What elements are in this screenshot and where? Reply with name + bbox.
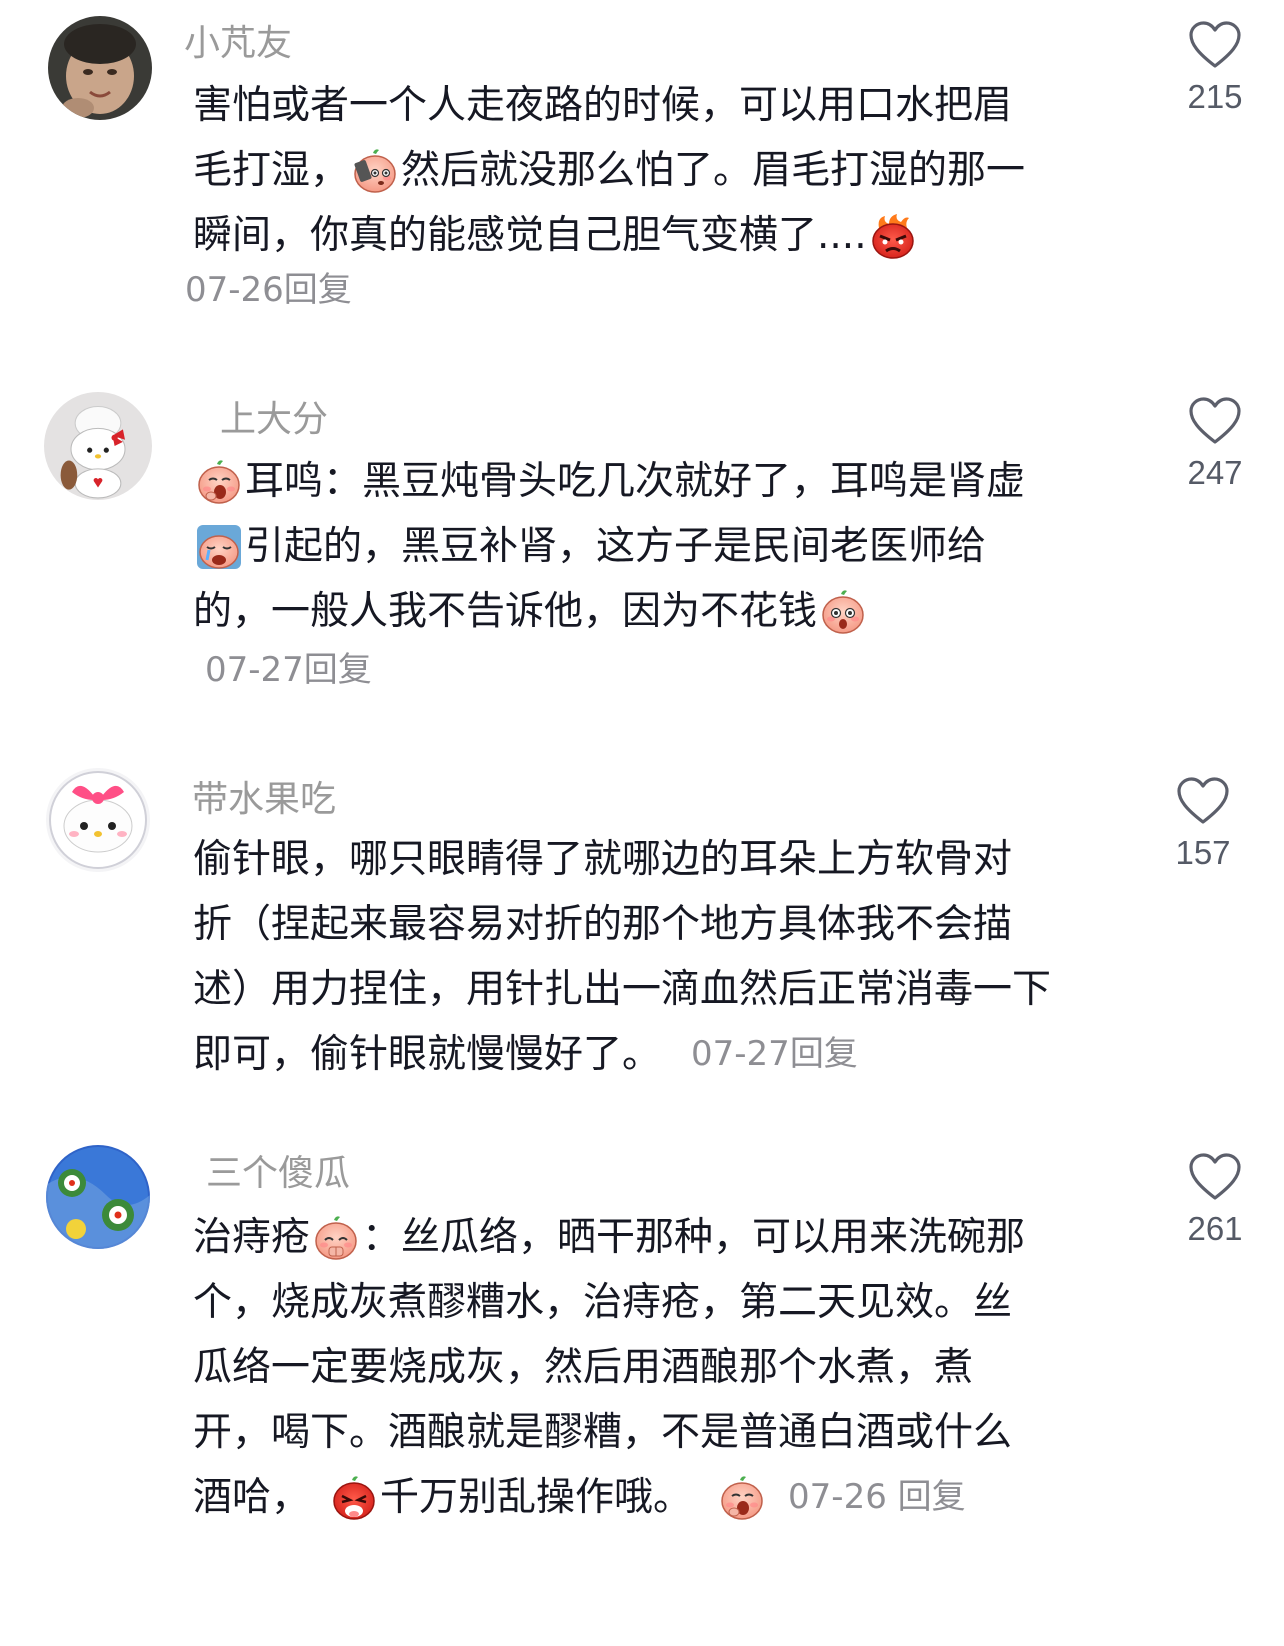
like-control: 261: [1160, 1152, 1270, 1248]
like-count: 157: [1175, 834, 1231, 871]
comment-line: 述）用力捏住，用针扎出一滴血然后正常消毒一下: [193, 957, 1153, 1022]
comment-date: 07-27: [691, 1034, 790, 1074]
pleading-emoji: [312, 1214, 360, 1262]
comment-text-segment: 引起的，黑豆补肾，这方子是民间老医师给: [245, 524, 987, 569]
comment-text-segment: ：丝瓜络，晒干那种，可以用来洗碗那: [362, 1215, 1026, 1260]
comment-text-segment: 的，一般人我不告诉他，因为不花钱: [193, 589, 818, 634]
like-count: 247: [1187, 454, 1243, 491]
comment-line: 耳鸣：黑豆炖骨头吃几次就好了，耳鸣是肾虚: [193, 449, 1123, 514]
comment-line: 折（捏起来最容易对折的那个地方具体我不会描: [193, 892, 1153, 957]
reply-button[interactable]: 回复: [898, 1477, 966, 1517]
avatar[interactable]: [46, 1145, 150, 1249]
avatar[interactable]: [44, 392, 152, 500]
heart-outline-icon[interactable]: [1188, 20, 1242, 70]
comment-line: 瓜络一定要烧成灰，然后用酒酿那个水煮，煮: [193, 1335, 1123, 1400]
tongue-out-emoji: [330, 1474, 378, 1522]
avatar[interactable]: [46, 768, 150, 872]
heart-outline-icon[interactable]: [1176, 776, 1230, 826]
reply-button[interactable]: 回复: [284, 270, 352, 310]
comment-text-segment: 然后就没那么怕了。眉毛打湿的那一: [401, 148, 1026, 193]
reply-button[interactable]: 回复: [790, 1034, 858, 1074]
comment-username[interactable]: 小芃友: [184, 22, 292, 66]
comment-meta: 07-26回复: [185, 270, 352, 310]
heart-outline-icon[interactable]: [1188, 396, 1242, 446]
comment-text: 耳鸣：黑豆炖骨头吃几次就好了，耳鸣是肾虚 引起的，黑豆补肾，这方子是民间老医师给…: [193, 449, 1123, 644]
comment-text: 治痔疮 ：丝瓜络，晒干那种，可以用来洗碗那 个，烧成灰煮醪糟水，治痔疮，第二天见…: [193, 1205, 1123, 1530]
comment-line: 酒哈， 千万别乱操作哦。 07-26 回复: [193, 1465, 1123, 1530]
comment-text-segment: 折（捏起来最容易对折的那个地方具体我不会描: [193, 902, 1013, 947]
comment-text-segment: 治痔疮: [193, 1215, 311, 1260]
surprised-emoji: [819, 588, 867, 636]
comment-text-segment: 瓜络一定要烧成灰，然后用酒酿那个水煮，煮: [193, 1345, 974, 1390]
like-control: 247: [1160, 396, 1270, 492]
yawn-emoji: [195, 458, 243, 506]
like-count: 215: [1187, 78, 1243, 115]
comment-line: 即可，偷针眼就慢慢好了。 07-27回复: [193, 1022, 1153, 1087]
comment-username[interactable]: 三个傻瓜: [206, 1152, 350, 1196]
comment-text-segment: 酒哈，: [193, 1475, 311, 1520]
comment-text-segment: 个，烧成灰煮醪糟水，治痔疮，第二天见效。丝: [193, 1280, 1013, 1325]
comment-line: 开，喝下。酒酿就是醪糟，不是普通白酒或什么: [193, 1400, 1123, 1465]
like-control: 157: [1148, 776, 1258, 872]
comment-line: 偷针眼，哪只眼睛得了就哪边的耳朵上方软骨对: [193, 827, 1153, 892]
comment-text-segment: 耳鸣：黑豆炖骨头吃几次就好了，耳鸣是肾虚: [245, 459, 1026, 504]
crying-emoji: [195, 523, 243, 571]
reply-button[interactable]: 回复: [304, 650, 372, 690]
comment-line: 害怕或者一个人走夜路的时候，可以用口水把眉: [193, 73, 1123, 138]
comment-text-segment: 述）用力捏住，用针扎出一滴血然后正常消毒一下: [193, 967, 1052, 1012]
comment-text-segment: 偷针眼，哪只眼睛得了就哪边的耳朵上方软骨对: [193, 837, 1013, 882]
comment-line: 治痔疮 ：丝瓜络，晒干那种，可以用来洗碗那: [193, 1205, 1123, 1270]
angry-flame-emoji: [869, 212, 917, 260]
yawn-emoji: [718, 1474, 766, 1522]
comment-date: 07-27: [205, 650, 304, 690]
avatar[interactable]: [48, 16, 152, 120]
comment-date: 07-26: [788, 1477, 887, 1517]
like-control: 215: [1160, 20, 1270, 116]
comment-text-segment: 毛打湿，: [193, 148, 350, 193]
comment-meta: 07-27回复: [205, 650, 372, 690]
comment-meta: 07-27回复: [691, 1022, 858, 1087]
comment-date: 07-26: [185, 270, 284, 310]
comment-line: 瞬间，你真的能感觉自己胆气变横了....: [193, 203, 1123, 268]
comment-username[interactable]: 带水果吃: [192, 778, 336, 822]
comment-text-segment: 开，喝下。酒酿就是醪糟，不是普通白酒或什么: [193, 1410, 1013, 1455]
comment-text: 害怕或者一个人走夜路的时候，可以用口水把眉 毛打湿， 然后就没那么怕了。眉毛打湿…: [193, 73, 1123, 268]
comment-line: 的，一般人我不告诉他，因为不花钱: [193, 579, 1123, 644]
heart-outline-icon[interactable]: [1188, 1152, 1242, 1202]
comment-text-segment: 瞬间，你真的能感觉自己胆气变横了....: [193, 213, 867, 258]
comment-text-segment: 即可，偷针眼就慢慢好了。: [193, 1032, 662, 1077]
comment-text: 偷针眼，哪只眼睛得了就哪边的耳朵上方软骨对 折（捏起来最容易对折的那个地方具体我…: [193, 827, 1153, 1087]
comment-line: 毛打湿， 然后就没那么怕了。眉毛打湿的那一: [193, 138, 1123, 203]
comment-text-segment: 千万别乱操作哦。: [380, 1475, 693, 1520]
comment-username[interactable]: 上大分: [220, 398, 328, 442]
comment-text-segment: 害怕或者一个人走夜路的时候，可以用口水把眉: [193, 83, 1013, 128]
comment-line: 引起的，黑豆补肾，这方子是民间老医师给: [193, 514, 1123, 579]
phone-face-emoji: [351, 147, 399, 195]
comment-meta: 07-26 回复: [788, 1465, 966, 1530]
like-count: 261: [1187, 1210, 1243, 1247]
comment-line: 个，烧成灰煮醪糟水，治痔疮，第二天见效。丝: [193, 1270, 1123, 1335]
